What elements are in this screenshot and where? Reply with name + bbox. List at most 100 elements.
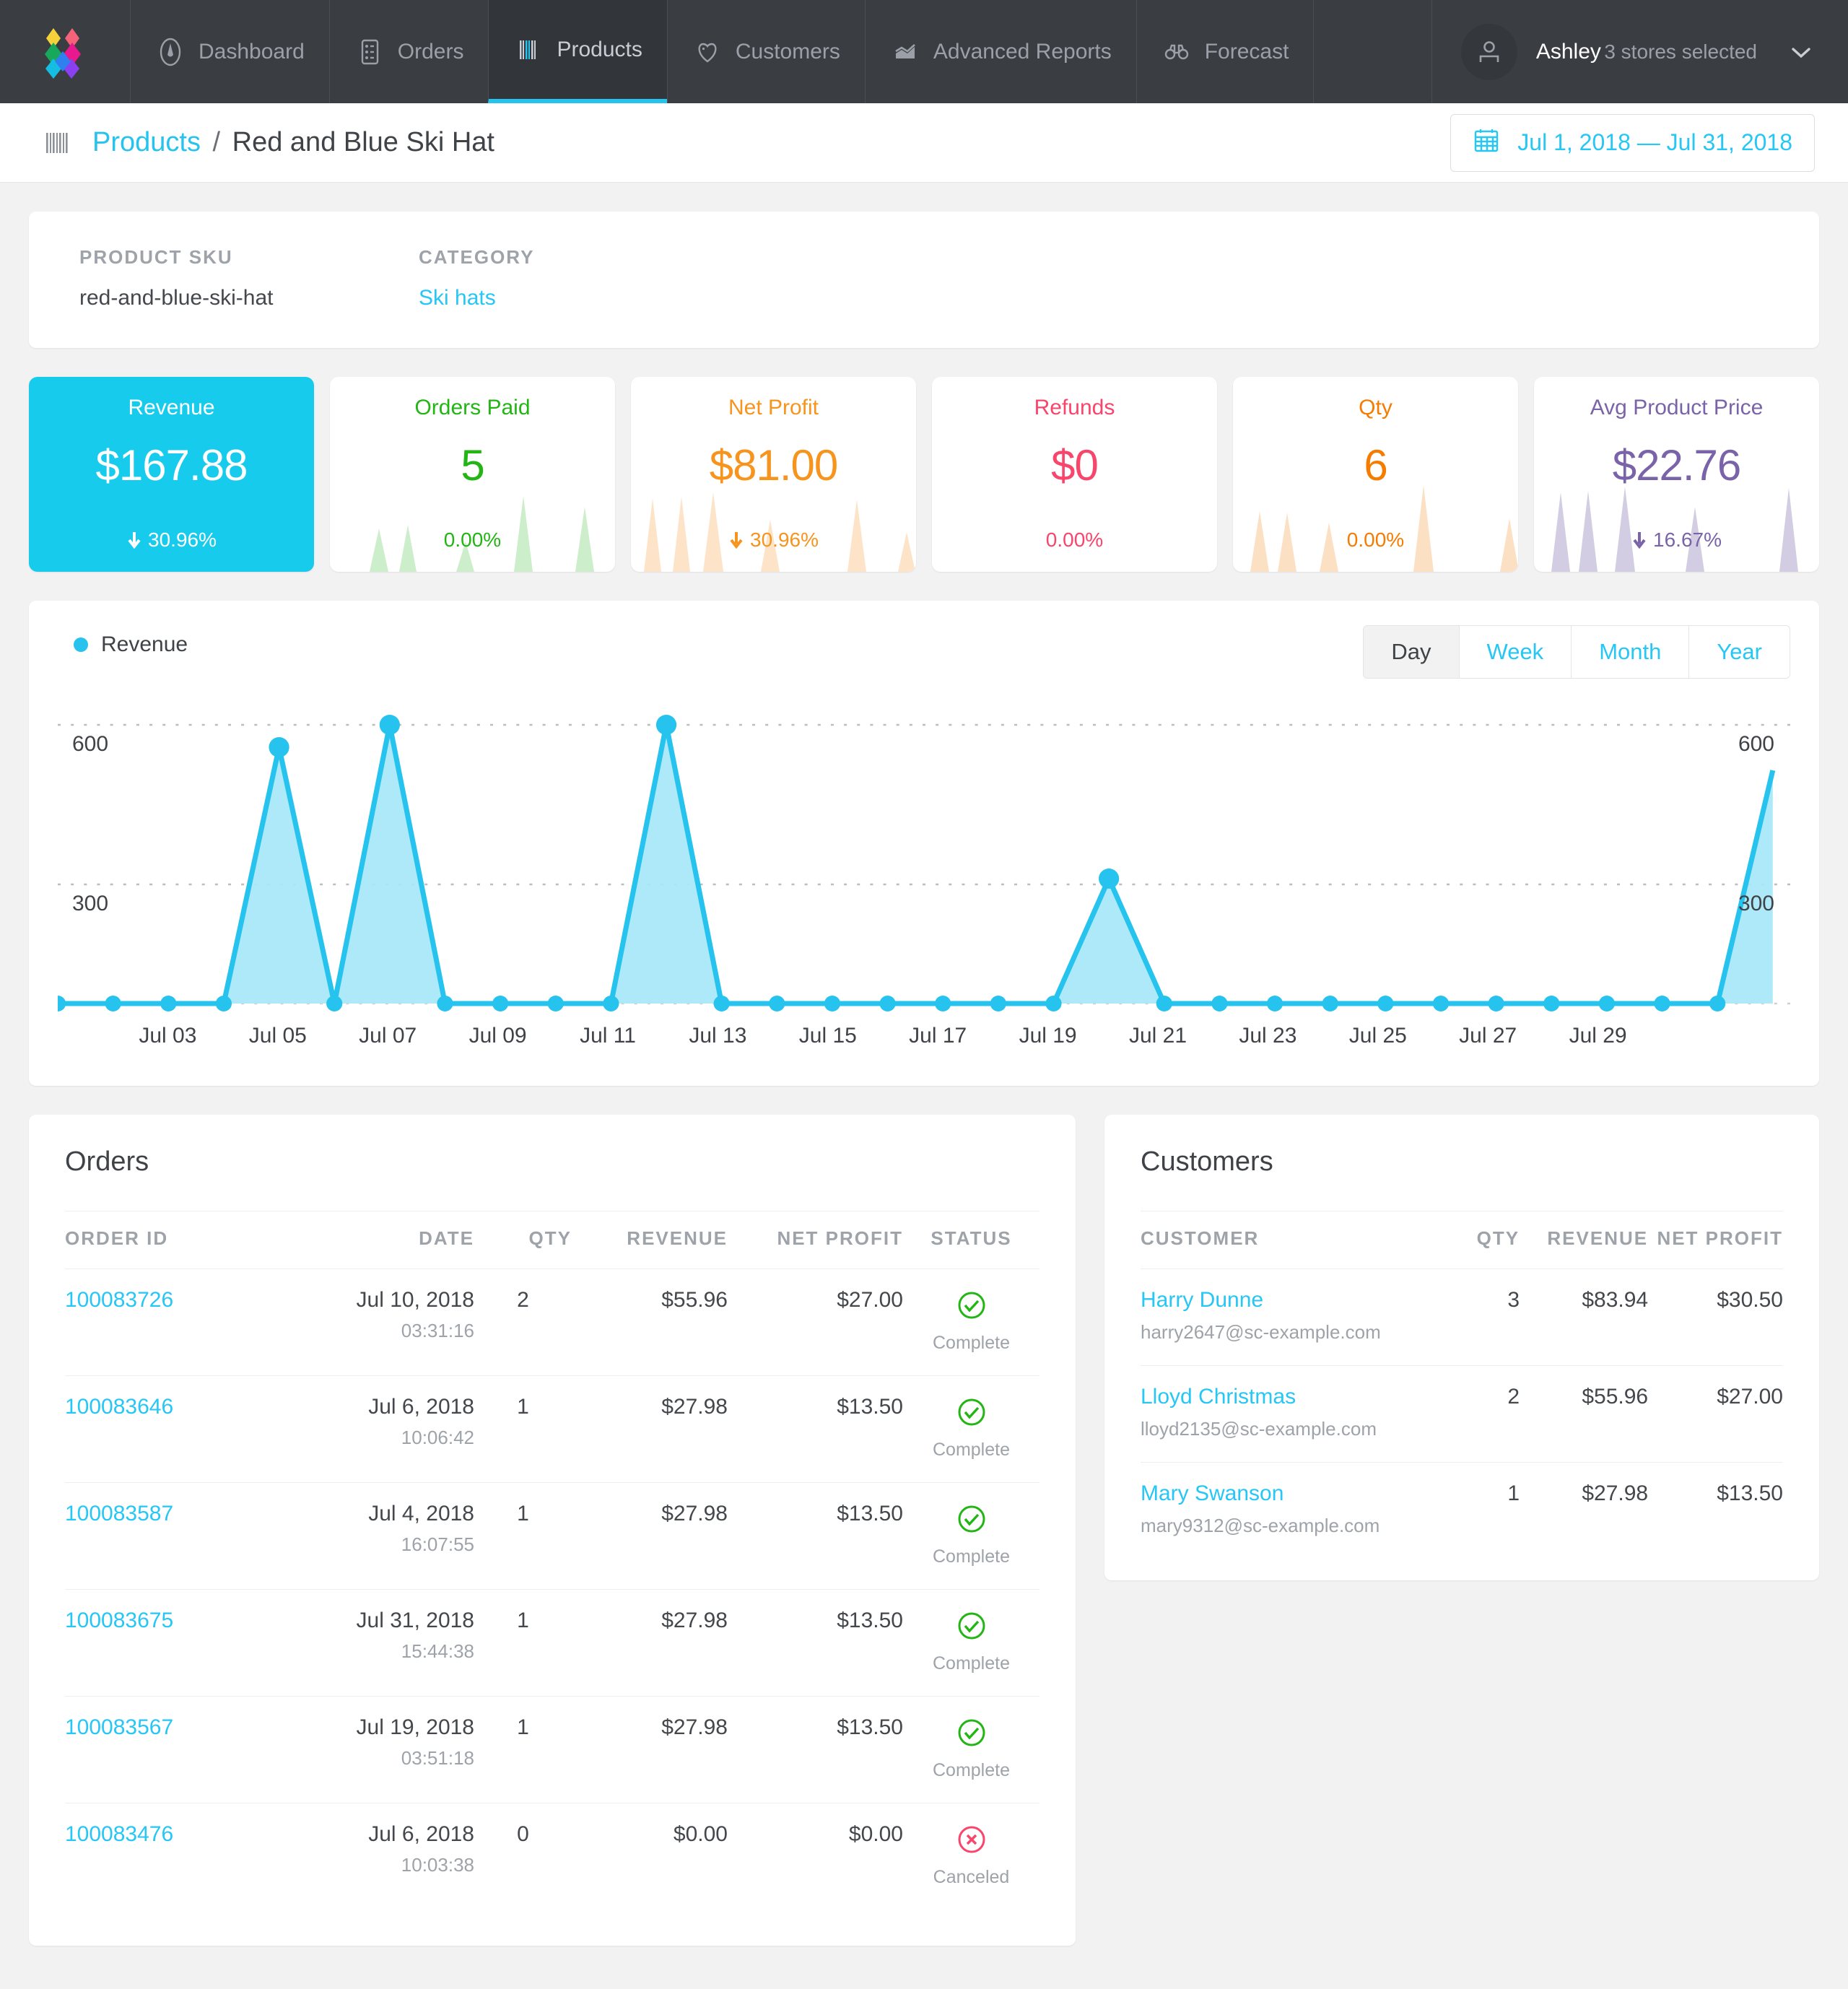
customer-name-link[interactable]: Harry Dunne [1141, 1288, 1263, 1312]
order-id-link[interactable]: 100083587 [65, 1502, 173, 1526]
breadcrumb-parent-link[interactable]: Products [92, 127, 201, 157]
revenue-area-chart: 600 300 600 300 [58, 709, 1790, 1019]
nav-label: Dashboard [199, 39, 305, 64]
order-id-link[interactable]: 100083567 [65, 1715, 173, 1739]
chart-x-axis: Jul 03 Jul 05 Jul 07 Jul 09 Jul 11 Jul 1… [58, 1024, 1790, 1064]
kpi-value: $22.76 [1612, 441, 1742, 489]
primary-nav-items: Dashboard Orders Products Customers Adva… [130, 0, 1315, 103]
nav-item-forecast[interactable]: Forecast [1136, 0, 1315, 103]
kpi-card-revenue[interactable]: Revenue $167.88 30.96% [29, 377, 314, 572]
status-label: Complete [933, 1760, 1010, 1780]
customer-revenue: $27.98 [1520, 1462, 1649, 1559]
order-revenue: $27.98 [572, 1589, 728, 1697]
table-row[interactable]: Lloyd Christmas lloyd2135@sc-example.com … [1141, 1365, 1783, 1463]
table-row[interactable]: 100083567 Jul 19, 2018 03:51:18 1 $27.98 … [65, 1696, 1040, 1803]
order-time: 10:06:42 [401, 1427, 474, 1448]
col-net-profit[interactable]: NET PROFIT [1648, 1211, 1783, 1269]
speedometer-icon [155, 37, 186, 67]
nav-item-orders[interactable]: Orders [328, 0, 489, 103]
orders-panel-title: Orders [65, 1146, 149, 1177]
order-qty: 1 [474, 1375, 572, 1483]
order-id-link[interactable]: 100083675 [65, 1609, 173, 1632]
range-button-day[interactable]: Day [1364, 626, 1459, 678]
col-net-profit[interactable]: NET PROFIT [728, 1211, 903, 1269]
chart-svg [58, 715, 1790, 1011]
kpi-card-net-profit[interactable]: Net Profit $81.00 30.96% [631, 377, 916, 572]
table-row[interactable]: 100083726 Jul 10, 2018 03:31:16 2 $55.96 … [65, 1268, 1040, 1376]
x-tick: Jul 09 [468, 1024, 527, 1048]
customer-email: mary9312@sc-example.com [1141, 1515, 1380, 1536]
customer-email: harry2647@sc-example.com [1141, 1321, 1381, 1343]
range-button-month[interactable]: Month [1571, 626, 1689, 678]
range-button-year[interactable]: Year [1688, 626, 1790, 678]
arrow-down-icon [128, 532, 141, 549]
range-button-week[interactable]: Week [1458, 626, 1572, 678]
product-category-link[interactable]: Ski hats [419, 286, 758, 310]
col-customer[interactable]: CUSTOMER [1141, 1211, 1430, 1269]
orders-panel: Orders ORDER ID DATE QTY REVENUE NET PRO… [29, 1115, 1076, 1946]
order-id-link[interactable]: 100083646 [65, 1395, 173, 1419]
legend-dot-revenue [74, 637, 88, 652]
customers-table: CUSTOMER QTY REVENUE NET PROFIT Harry Du… [1141, 1211, 1783, 1559]
nav-label: Products [557, 37, 642, 61]
y-axis-label-600-right: 600 [1738, 732, 1774, 756]
status-badge: Complete [903, 1375, 1040, 1483]
x-tick: Jul 23 [1239, 1024, 1297, 1048]
customers-panel-title: Customers [1141, 1146, 1273, 1177]
kpi-title: Net Profit [728, 396, 819, 419]
app-logo[interactable] [0, 0, 130, 103]
chevron-down-icon[interactable] [1786, 37, 1816, 67]
table-row[interactable]: 100083675 Jul 31, 2018 15:44:38 1 $27.98 … [65, 1589, 1040, 1697]
col-revenue[interactable]: REVENUE [572, 1211, 728, 1269]
y-axis-label-300-left: 300 [72, 892, 109, 915]
x-tick: Jul 07 [359, 1024, 417, 1048]
table-row[interactable]: 100083587 Jul 4, 2018 16:07:55 1 $27.98 $… [65, 1482, 1040, 1590]
table-row[interactable]: Harry Dunne harry2647@sc-example.com 3 $8… [1141, 1268, 1783, 1366]
col-order-id[interactable]: ORDER ID [65, 1211, 279, 1269]
status-badge: Canceled [903, 1803, 1040, 1910]
product-sku-label: PRODUCT SKU [79, 246, 233, 268]
date-range-picker[interactable]: Jul 1, 2018 — Jul 31, 2018 [1450, 113, 1815, 172]
avatar [1460, 23, 1517, 80]
table-row[interactable]: Mary Swanson mary9312@sc-example.com 1 $2… [1141, 1462, 1783, 1559]
kpi-card-refunds[interactable]: Refunds $0 0.00% [932, 377, 1217, 572]
col-qty[interactable]: QTY [1429, 1211, 1520, 1269]
kpi-card-avg-product-price[interactable]: Avg Product Price $22.76 16.67% [1534, 377, 1819, 572]
nav-item-dashboard[interactable]: Dashboard [130, 0, 329, 103]
order-id-link[interactable]: 100083726 [65, 1288, 173, 1312]
breadcrumb-bar: Products / Red and Blue Ski Hat Jul 1, 2… [0, 103, 1848, 183]
check-circle-icon [954, 1288, 989, 1328]
table-row[interactable]: 100083646 Jul 6, 2018 10:06:42 1 $27.98 $… [65, 1375, 1040, 1483]
check-circle-icon [954, 1715, 989, 1756]
kpi-value: $0 [1051, 441, 1099, 489]
col-qty[interactable]: QTY [474, 1211, 572, 1269]
nav-item-advanced-reports[interactable]: Advanced Reports [864, 0, 1136, 103]
nav-item-products[interactable]: Products [488, 0, 667, 103]
user-menu[interactable]: Ashley 3 stores selected [1431, 0, 1848, 103]
order-time: 15:44:38 [401, 1640, 474, 1662]
breadcrumb: Products / Red and Blue Ski Hat [43, 127, 494, 158]
kpi-value: 6 [1364, 441, 1387, 489]
col-revenue[interactable]: REVENUE [1520, 1211, 1649, 1269]
kpi-card-qty[interactable]: Qty 6 0.00% [1233, 377, 1518, 572]
mountain-chart-icon [890, 37, 920, 67]
order-id-link[interactable]: 100083476 [65, 1822, 173, 1846]
nav-label: Customers [735, 39, 840, 64]
customer-qty: 2 [1429, 1365, 1520, 1463]
binoculars-icon [1161, 37, 1192, 67]
table-row[interactable]: 100083476 Jul 6, 2018 10:03:38 0 $0.00 $0… [65, 1803, 1040, 1910]
kpi-title: Refunds [1034, 396, 1115, 419]
kpi-value: $167.88 [95, 441, 248, 489]
order-date: Jul 4, 2018 [368, 1502, 474, 1526]
order-date: Jul 6, 2018 [368, 1395, 474, 1419]
top-navigation-bar: Dashboard Orders Products Customers Adva… [0, 0, 1848, 103]
col-status[interactable]: STATUS [903, 1211, 1040, 1269]
kpi-card-orders-paid[interactable]: Orders Paid 5 0.00% [330, 377, 615, 572]
order-date: Jul 6, 2018 [368, 1822, 474, 1846]
nav-item-customers[interactable]: Customers [666, 0, 865, 103]
customer-net-profit: $30.50 [1648, 1268, 1783, 1366]
col-date[interactable]: DATE [279, 1211, 474, 1269]
customer-name-link[interactable]: Mary Swanson [1141, 1481, 1283, 1505]
kpi-title: Orders Paid [414, 396, 531, 419]
customer-name-link[interactable]: Lloyd Christmas [1141, 1385, 1296, 1409]
